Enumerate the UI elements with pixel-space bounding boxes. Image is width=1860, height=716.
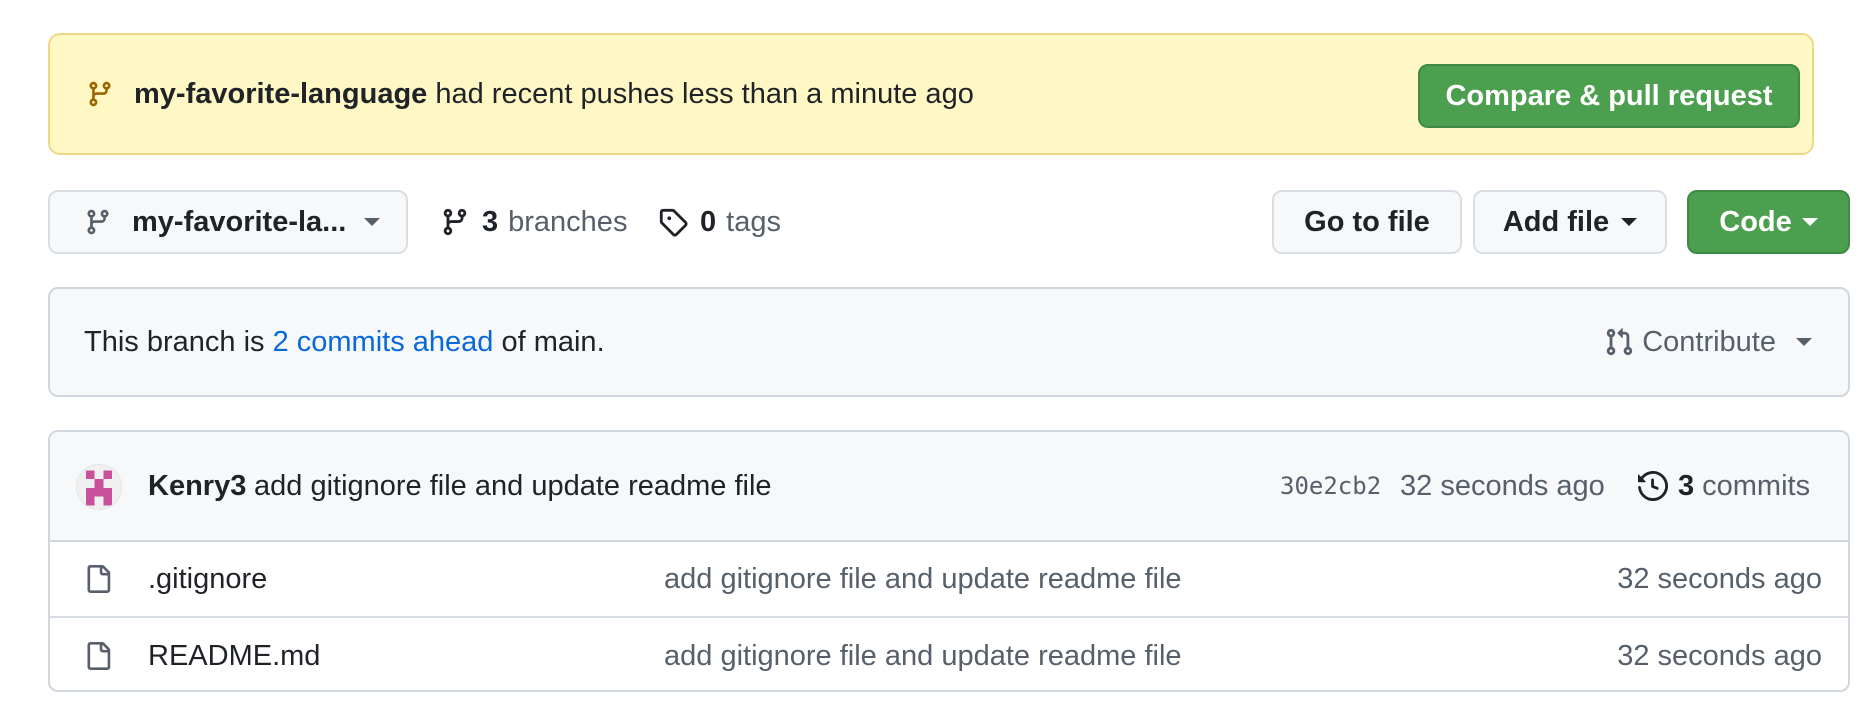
file-name[interactable]: .gitignore — [148, 563, 267, 596]
commits-ahead-link[interactable]: 2 commits ahead — [273, 326, 494, 358]
file-name[interactable]: README.md — [148, 640, 320, 673]
latest-commit-header: Kenry3 add gitignore file and update rea… — [50, 432, 1848, 542]
branch-select-button[interactable]: my-favorite-la... — [48, 190, 408, 254]
push-branch-name[interactable]: my-favorite-language — [134, 78, 427, 110]
git-pull-request-icon — [1604, 327, 1634, 357]
branch-status-box: This branch is 2 commits ahead of main. … — [48, 287, 1850, 397]
git-branch-icon — [84, 208, 112, 236]
file-list: Kenry3 add gitignore file and update rea… — [48, 430, 1850, 692]
branch-select-label: my-favorite-la... — [132, 205, 347, 238]
file-commit-message[interactable]: add gitignore file and update readme fil… — [664, 640, 1182, 673]
branches-label: branches — [508, 205, 628, 238]
commit-message[interactable]: add gitignore file and update readme fil… — [254, 470, 772, 503]
commit-time: 32 seconds ago — [1400, 469, 1605, 502]
branches-count: 3 — [482, 205, 499, 238]
commit-sha[interactable]: 30e2cb2 — [1280, 472, 1381, 500]
compare-pull-request-button[interactable]: Compare & pull request — [1418, 64, 1800, 128]
file-commit-time: 32 seconds ago — [1617, 562, 1822, 595]
tags-count: 0 — [700, 205, 717, 238]
git-branch-icon — [440, 207, 470, 237]
file-row[interactable]: .gitignore add gitignore file and update… — [50, 542, 1848, 618]
branch-status-prefix: This branch is — [84, 325, 273, 358]
push-banner-message: my-favorite-language had recent pushes l… — [134, 78, 974, 111]
avatar[interactable] — [76, 464, 122, 510]
add-file-button[interactable]: Add file — [1473, 190, 1667, 254]
add-file-label: Add file — [1502, 205, 1610, 238]
file-commit-message[interactable]: add gitignore file and update readme fil… — [664, 563, 1182, 596]
chevron-down-icon — [364, 218, 381, 226]
go-to-file-button[interactable]: Go to file — [1272, 190, 1462, 254]
repo-toolbar: my-favorite-la... 3 branches 0 tags Go t… — [48, 190, 1860, 254]
contribute-dropdown[interactable]: Contribute — [1604, 317, 1812, 367]
file-icon — [84, 563, 112, 595]
tag-icon — [658, 207, 688, 237]
push-message-text: had recent pushes less than a minute ago — [427, 77, 974, 110]
go-to-file-label: Go to file — [1304, 205, 1430, 238]
branches-link[interactable]: 3 branches — [440, 190, 627, 254]
commit-author[interactable]: Kenry3 — [148, 470, 246, 503]
code-button[interactable]: Code — [1687, 190, 1850, 254]
file-row[interactable]: README.md add gitignore file and update … — [50, 618, 1848, 690]
tags-label: tags — [726, 205, 781, 238]
git-branch-icon — [86, 80, 114, 108]
chevron-down-icon — [1621, 218, 1638, 226]
file-commit-time: 32 seconds ago — [1617, 639, 1822, 672]
branch-status-suffix: of main. — [493, 325, 605, 358]
code-label: Code — [1719, 205, 1792, 238]
branch-status-text: This branch is 2 commits ahead of main. — [84, 326, 605, 359]
chevron-down-icon — [1801, 218, 1818, 226]
chevron-down-icon — [1796, 338, 1812, 346]
recent-push-banner: my-favorite-language had recent pushes l… — [48, 33, 1814, 155]
commits-count: 3 — [1678, 469, 1695, 502]
tags-link[interactable]: 0 tags — [658, 190, 781, 254]
commits-label: commits — [1702, 469, 1811, 502]
history-icon — [1638, 471, 1668, 501]
contribute-label: Contribute — [1642, 325, 1776, 358]
file-icon — [84, 640, 112, 672]
commits-history-link[interactable]: 3 commits — [1638, 470, 1810, 503]
